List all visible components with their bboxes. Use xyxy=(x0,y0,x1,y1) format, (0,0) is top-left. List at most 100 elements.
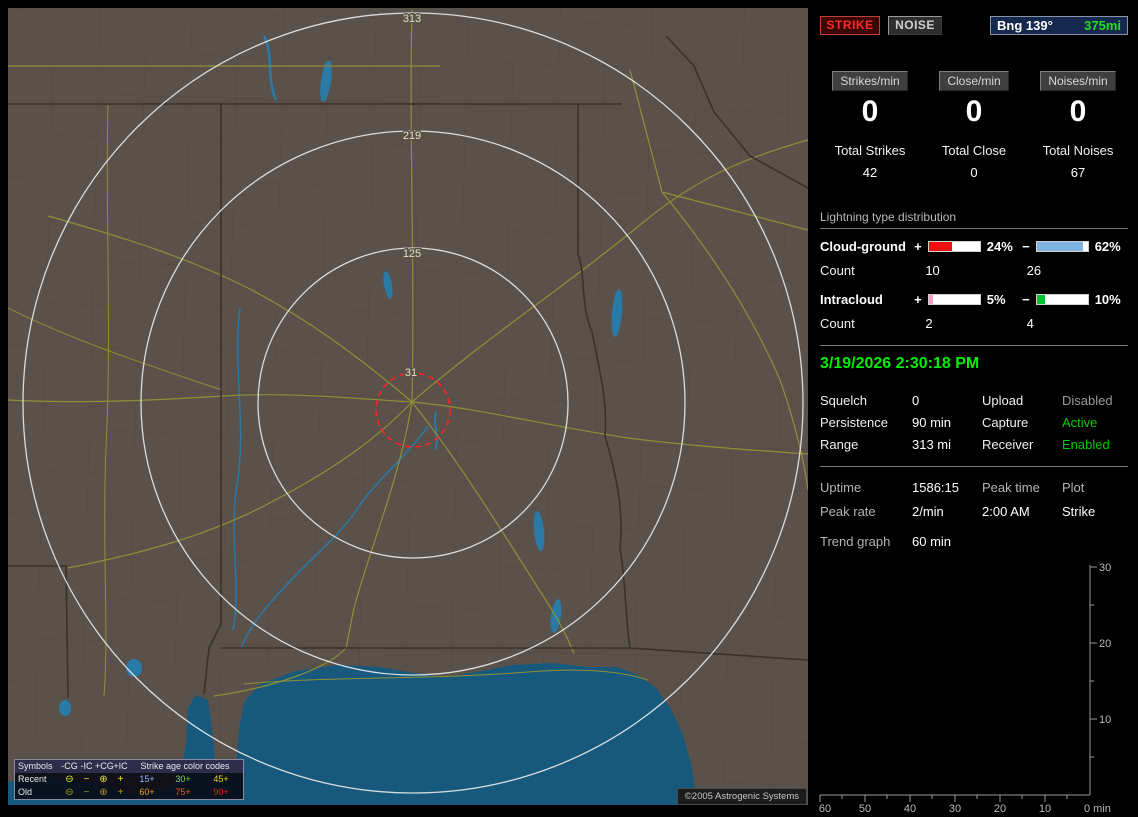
y-tick-20: 20 xyxy=(1099,638,1111,650)
ic-positive-count: 2 xyxy=(925,316,933,331)
recent-neg-cg-icon: ⊖ xyxy=(65,774,74,785)
old-pos-cg-icon: ⊕ xyxy=(99,787,108,798)
persistence-label: Persistence xyxy=(820,415,888,430)
cg-negative-fill xyxy=(1036,242,1083,251)
pos-cg-header: +CG xyxy=(95,761,114,771)
old-neg-ic-icon: − xyxy=(83,787,90,798)
ring-label-219: 219 xyxy=(403,130,421,142)
ring-label-313: 313 xyxy=(403,13,421,25)
x-tick-20: 20 xyxy=(994,803,1006,815)
control-panel: STRIKE NOISE Bng 139° 375mi Strikes/min … xyxy=(818,8,1130,817)
status-table: Uptime 1586:15 Peak time Plot Peak rate … xyxy=(820,480,1128,519)
uptime-value: 1586:15 xyxy=(912,480,959,495)
age-60: 60+ xyxy=(139,787,155,797)
range-label: Range xyxy=(820,437,859,452)
intracloud-count-row: Count 2 4 xyxy=(820,316,1128,331)
squelch-value: 0 xyxy=(912,393,920,408)
x-tick-10: 10 xyxy=(1039,803,1051,815)
bearing-label: Bng 139° xyxy=(997,18,1053,33)
ic-negative-pct: 10% xyxy=(1094,292,1121,307)
legend-recent-row: Recent ⊖ − ⊕ + 15+ 30+ 45+ xyxy=(15,773,243,786)
app-window: 313 219 125 31 Symbols -CG -IC +CG +IC S… xyxy=(0,0,1138,817)
recent-label: Recent xyxy=(18,774,47,784)
age-45: 45+ xyxy=(213,774,229,784)
trend-graph-label: Trend graph xyxy=(820,534,891,549)
strikes-per-min-button[interactable]: Strikes/min xyxy=(832,71,908,91)
ic-positive-fill xyxy=(928,295,933,304)
trend-graph: 30 20 10 60 50 40 30 20 10 0 min xyxy=(818,555,1130,817)
plot-value: Strike xyxy=(1062,504,1096,519)
range-value: 313 mi xyxy=(912,437,952,452)
origin-label: 0 min xyxy=(1084,803,1111,815)
trend-window-value: 60 min xyxy=(912,534,952,549)
age-75: 75+ xyxy=(175,787,191,797)
recent-pos-cg-icon: ⊕ xyxy=(99,774,108,785)
x-tick-30: 30 xyxy=(949,803,961,815)
upload-label: Upload xyxy=(982,393,1024,408)
plot-label: Plot xyxy=(1062,480,1085,495)
total-strikes-label: Total Strikes xyxy=(834,143,906,158)
cloud-ground-row: Cloud-ground + 24% − 62% xyxy=(820,239,1128,254)
total-noises-value: 67 xyxy=(1070,165,1086,180)
squelch-label: Squelch xyxy=(820,393,867,408)
y-tick-10: 10 xyxy=(1099,714,1111,726)
cg-positive-fill xyxy=(928,242,953,251)
total-close-value: 0 xyxy=(970,165,978,180)
intracloud-label: Intracloud xyxy=(820,292,883,307)
old-pos-ic-icon: + xyxy=(117,787,124,798)
legend-symbols-header: Symbols xyxy=(18,761,53,771)
persistence-value: 90 min xyxy=(912,415,952,430)
legend-old-row: Old ⊖ − ⊕ + 60+ 75+ 90+ xyxy=(15,786,243,799)
peak-time-value: 2:00 AM xyxy=(982,504,1030,519)
rate-stats: Strikes/min 0 Total Strikes 42 Close/min… xyxy=(818,71,1130,180)
trend-graph-row: Trend graph 60 min xyxy=(820,534,1128,549)
ring-label-31: 31 xyxy=(405,367,417,379)
close-per-min-button[interactable]: Close/min xyxy=(939,71,1009,91)
total-close-label: Total Close xyxy=(941,143,1007,158)
x-tick-40: 40 xyxy=(904,803,916,815)
trend-plot-area xyxy=(818,555,1130,817)
intracloud-row: Intracloud + 5% − 10% xyxy=(820,292,1128,307)
minus-sign: − xyxy=(1022,292,1030,307)
divider xyxy=(820,345,1128,346)
ring-label-125: 125 xyxy=(403,248,421,260)
ic-positive-bar xyxy=(927,294,981,305)
old-label: Old xyxy=(18,787,33,797)
map-canvas: 313 219 125 31 xyxy=(8,8,808,805)
cg-negative-bar xyxy=(1035,241,1089,252)
plus-sign: + xyxy=(914,239,922,254)
lightning-map[interactable]: 313 219 125 31 Symbols -CG -IC +CG +IC S… xyxy=(8,8,808,805)
age-15: 15+ xyxy=(139,774,155,784)
close-stat-column: Close/min 0 Total Close 0 xyxy=(922,71,1026,180)
x-tick-60: 60 xyxy=(819,803,831,815)
settings-table: Squelch 0 Upload Disabled Persistence 90… xyxy=(820,393,1128,452)
distribution-header: Lightning type distribution xyxy=(820,210,1128,229)
noises-per-min-button[interactable]: Noises/min xyxy=(1040,71,1116,91)
divider xyxy=(820,466,1128,467)
y-tick-30: 30 xyxy=(1099,562,1111,574)
old-neg-cg-icon: ⊖ xyxy=(65,787,74,798)
peak-time-label: Peak time xyxy=(982,480,1040,495)
noise-button[interactable]: NOISE xyxy=(888,16,942,35)
strike-button[interactable]: STRIKE xyxy=(820,16,880,35)
plus-sign: + xyxy=(914,292,922,307)
neg-ic-header: -IC xyxy=(80,761,93,771)
age-90: 90+ xyxy=(213,787,229,797)
map-legend: Symbols -CG -IC +CG +IC Strike age color… xyxy=(14,759,244,800)
legend-header-row: Symbols -CG -IC +CG +IC Strike age color… xyxy=(15,760,243,773)
uptime-label: Uptime xyxy=(820,480,862,495)
ic-negative-count: 4 xyxy=(1026,316,1034,331)
ic-negative-bar xyxy=(1035,294,1089,305)
peak-rate-value: 2/min xyxy=(912,504,944,519)
capture-label: Capture xyxy=(982,415,1029,430)
minus-sign: − xyxy=(1022,239,1030,254)
bearing-range: 375mi xyxy=(1084,18,1121,33)
cg-negative-count: 26 xyxy=(1026,263,1042,278)
age-codes-header: Strike age color codes xyxy=(140,761,230,771)
peak-rate-label: Peak rate xyxy=(820,504,876,519)
neg-cg-header: -CG xyxy=(61,761,78,771)
strikes-stat-column: Strikes/min 0 Total Strikes 42 xyxy=(818,71,922,180)
age-30: 30+ xyxy=(175,774,191,784)
cg-count-label: Count xyxy=(820,263,855,278)
bearing-indicator: Bng 139° 375mi xyxy=(990,16,1128,35)
